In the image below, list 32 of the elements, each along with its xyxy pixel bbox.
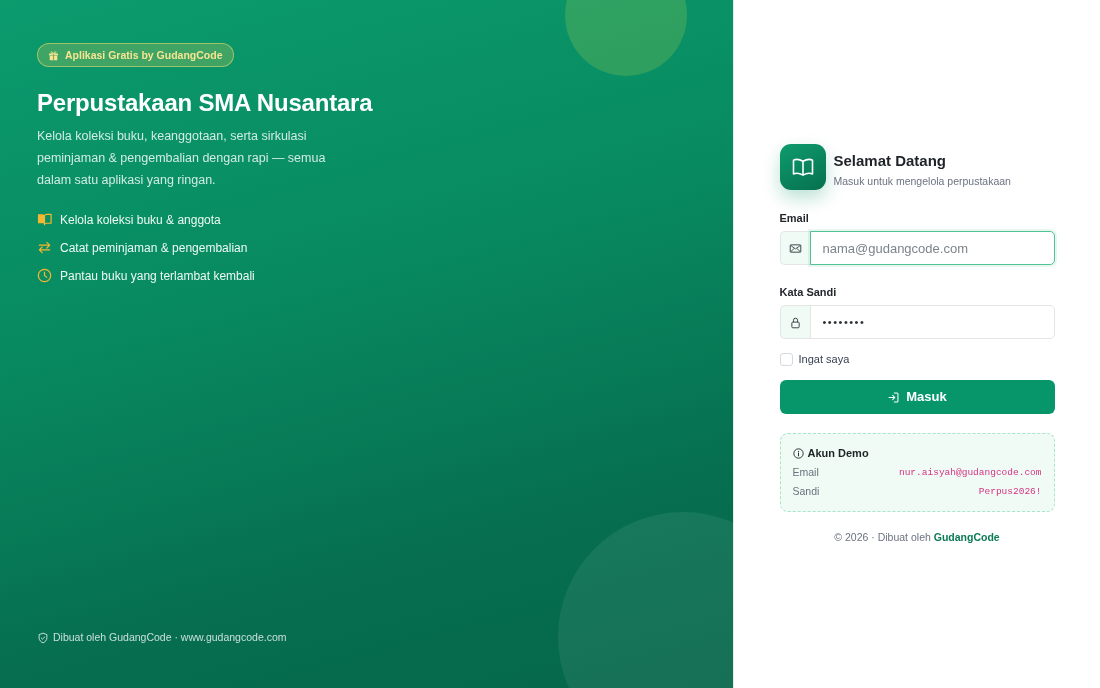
badge-text: Aplikasi Gratis by GudangCode [65,49,223,61]
gudangcode-link[interactable]: GudangCode [933,531,1000,543]
hero-title: Perpustakaan SMA Nusantara [37,87,374,118]
login-button[interactable]: Masuk [779,380,1055,414]
envelope-icon [789,241,802,255]
feature-text: Kelola koleksi buku & anggota [60,211,221,229]
gift-icon [48,49,59,61]
login-icon [887,390,901,404]
hero-description: Kelola koleksi buku, keanggotaan, serta sirkulasi peminjaman & pengembalian dengan rapi — semua dalam satu aplikasi yang ringan. [37,127,327,189]
field-label: Email [779,212,810,225]
welcome-subtitle: Masuk untuk mengelola perpustakaan [833,175,1011,188]
feature-text: Catat peminjaman & pengembalian [60,239,248,257]
password-field[interactable]: •••••••• [809,305,1055,339]
copyright-text: © 2026 · Dibuat oleh GudangCode [833,531,1001,544]
welcome-title: Selamat Datang [833,152,948,170]
demo-value: Perpus2026! [978,485,1042,498]
shield-icon [37,632,49,645]
demo-value: nur.aisyah@gudangcode.com [898,466,1042,479]
clock-icon [37,268,52,283]
feature-text: Pantau buku yang terlambat kembali [60,267,255,285]
email-field[interactable]: nama@gudangcode.com [809,231,1055,265]
demo-label: Sandi [792,485,820,498]
remember-checkbox[interactable] [779,353,793,366]
footer-credit: Dibuat oleh GudangCode · www.gudangcode.com [53,630,287,646]
arrows-icon [37,240,52,255]
field-label: Kata Sandi [779,286,838,299]
lock-icon [789,315,802,329]
remember-label: Ingat saya [798,353,850,366]
demo-label: Email [792,466,819,479]
demo-title: Akun Demo [807,447,869,460]
info-icon [792,448,804,459]
book-icon [37,212,52,227]
